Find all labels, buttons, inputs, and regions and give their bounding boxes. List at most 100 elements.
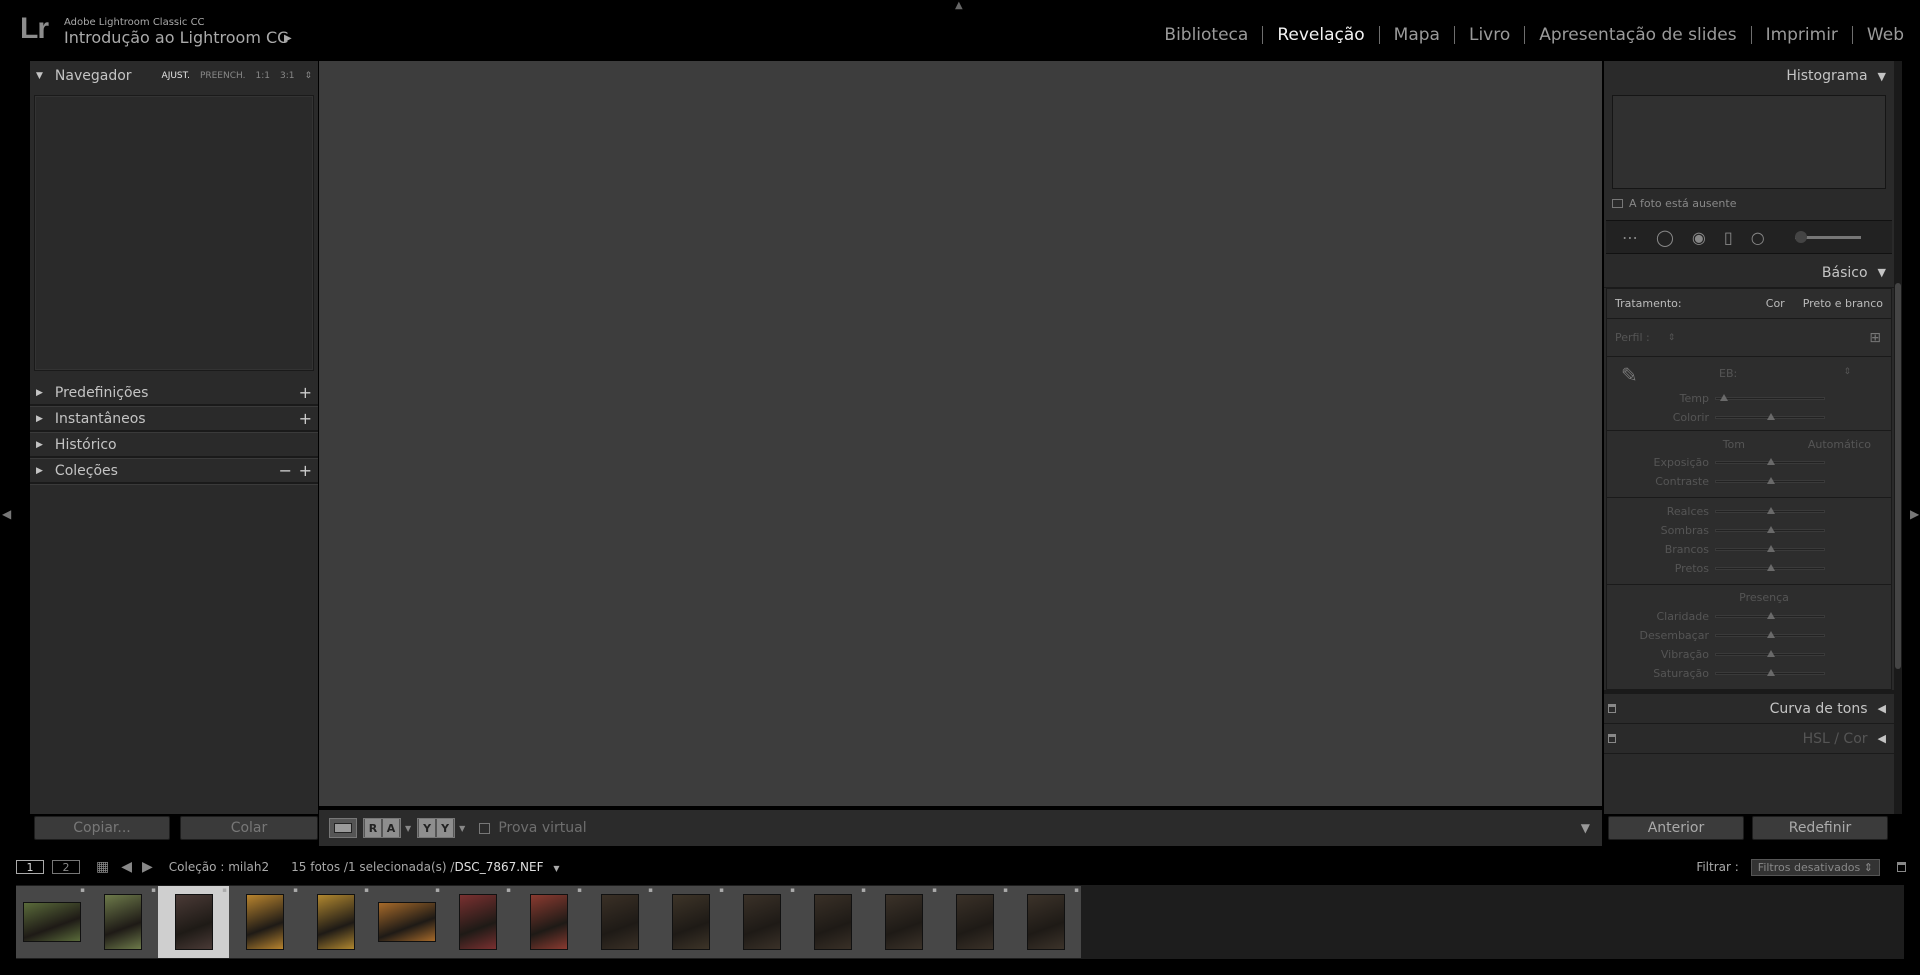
expand-triangle-icon[interactable]: ◀ xyxy=(1878,732,1886,745)
navigator-preview[interactable] xyxy=(34,95,314,371)
forward-arrow-icon[interactable]: ▶ xyxy=(142,859,153,875)
before-after-button[interactable]: RA xyxy=(363,818,401,838)
treatment-bw-option[interactable]: Preto e branco xyxy=(1803,297,1883,310)
profile-label[interactable]: Perfil : xyxy=(1615,331,1650,344)
module-6[interactable]: Web xyxy=(1853,25,1918,45)
left-panel-header[interactable]: ▶ Predefinições + xyxy=(30,381,318,404)
filmstrip-thumbnail[interactable]: ▪ xyxy=(158,886,229,958)
filter-select[interactable]: Filtros desativados ⇕ xyxy=(1750,858,1880,876)
treatment-color-option[interactable]: Cor xyxy=(1766,297,1785,310)
histogram-header[interactable]: Histograma ▼ xyxy=(1604,61,1894,91)
wb-label[interactable]: EB: xyxy=(1719,367,1737,380)
collection-source[interactable]: Coleção : milah2 xyxy=(169,860,269,874)
filmstrip-thumbnail[interactable]: ▪ xyxy=(513,886,584,958)
filmstrip-thumbnail[interactable]: ▪ xyxy=(1010,886,1081,958)
slider-track[interactable] xyxy=(1715,413,1825,420)
copy-button[interactable]: Copiar... xyxy=(34,816,170,840)
auto-tone-button[interactable]: Automático xyxy=(1808,438,1871,451)
copy-settings-button[interactable]: YY xyxy=(417,818,456,838)
filmstrip-thumbnail[interactable]: ▪ xyxy=(584,886,655,958)
profile-dropdown-icon[interactable]: ⇕ xyxy=(1668,333,1676,343)
wb-dropdown-icon[interactable]: ⇕ xyxy=(1843,367,1851,377)
slider-track[interactable] xyxy=(1715,545,1825,552)
expand-triangle-icon[interactable]: ▶ xyxy=(36,388,43,398)
right-panel-scroll-thumb[interactable] xyxy=(1895,283,1901,669)
lock-icon[interactable] xyxy=(1608,704,1616,713)
main-window-button[interactable]: 1 xyxy=(16,860,44,874)
slider-track[interactable] xyxy=(1715,650,1825,657)
radial-filter-tool-icon[interactable]: ○ xyxy=(1751,228,1765,247)
navigator-zoom-option[interactable]: PREENCH. xyxy=(200,71,246,81)
add-icon[interactable]: + xyxy=(299,383,312,402)
slider-thumb[interactable] xyxy=(1767,526,1775,533)
slider-track[interactable] xyxy=(1715,564,1825,571)
expand-triangle-icon[interactable]: ▶ xyxy=(36,440,43,450)
module-5[interactable]: Imprimir xyxy=(1752,25,1852,45)
eyedropper-icon[interactable]: ✎ xyxy=(1621,363,1638,387)
filmstrip-thumbnail[interactable]: ▪ xyxy=(655,886,726,958)
navigator-zoom-option[interactable]: AJUST. xyxy=(162,71,190,81)
right-panel-edge[interactable]: ▶ xyxy=(1908,61,1920,849)
adjustment-brush-slider[interactable] xyxy=(1794,230,1861,243)
module-4[interactable]: Apresentação de slides xyxy=(1525,25,1750,45)
add-icon[interactable]: + xyxy=(299,461,312,480)
top-panel-toggle-icon[interactable]: ▲ xyxy=(955,0,963,11)
slider-track[interactable] xyxy=(1715,458,1825,465)
slider-track[interactable] xyxy=(1715,526,1825,533)
filmstrip-thumbnail[interactable]: ▪ xyxy=(16,886,87,958)
slider-thumb[interactable] xyxy=(1767,669,1775,676)
soft-proof-checkbox[interactable] xyxy=(479,822,491,834)
paste-button[interactable]: Colar xyxy=(180,816,318,840)
left-panel-header[interactable]: ▶ Instantâneos + xyxy=(30,407,318,430)
filmstrip-thumbnail[interactable]: ▪ xyxy=(300,886,371,958)
slider-track[interactable] xyxy=(1715,507,1825,514)
slider-thumb[interactable] xyxy=(1767,650,1775,657)
back-arrow-icon[interactable]: ◀ xyxy=(121,859,132,875)
zoom-dropdown-icon[interactable]: ⇕ xyxy=(304,71,312,81)
slider-track[interactable] xyxy=(1715,669,1825,676)
slider-thumb[interactable] xyxy=(1767,413,1775,420)
slider-thumb[interactable] xyxy=(1720,394,1729,401)
collapse-triangle-icon[interactable]: ▼ xyxy=(1878,266,1886,279)
graduated-filter-tool-icon[interactable]: ▯ xyxy=(1724,228,1733,247)
previous-button[interactable]: Anterior xyxy=(1608,816,1744,840)
filmstrip-thumbnail[interactable]: ▪ xyxy=(442,886,513,958)
slider-track[interactable] xyxy=(1715,394,1825,401)
navigator-zoom-option[interactable]: 3:1 xyxy=(280,71,294,81)
toolbar-menu-icon[interactable]: ▼ xyxy=(1581,821,1590,835)
slider-thumb[interactable] xyxy=(1767,507,1775,514)
add-icon[interactable]: + xyxy=(299,409,312,428)
left-panel-header[interactable]: ▶ Coleções − + xyxy=(30,459,318,482)
navigator-header[interactable]: ▼ Navegador AJUST. PREENCH. 1:1 3:1 ⇕ xyxy=(30,61,318,91)
filter-lock-icon[interactable] xyxy=(1897,862,1906,872)
right-panel-toggle-icon[interactable]: ▶ xyxy=(1910,507,1919,521)
left-panel-toggle-icon[interactable]: ◀ xyxy=(2,507,11,521)
expand-triangle-icon[interactable]: ▶ xyxy=(36,414,43,424)
lock-icon[interactable] xyxy=(1608,734,1616,743)
file-dropdown-icon[interactable]: ▼ xyxy=(553,864,559,873)
slider-thumb[interactable] xyxy=(1767,477,1775,484)
slider-thumb[interactable] xyxy=(1767,458,1775,465)
left-panel-header[interactable]: ▶ Histórico xyxy=(30,433,318,456)
tone-curve-header[interactable]: Curva de tons ◀ xyxy=(1604,694,1894,724)
slider-thumb[interactable] xyxy=(1767,564,1775,571)
slider-thumb[interactable] xyxy=(1767,545,1775,552)
expand-triangle-icon[interactable]: ◀ xyxy=(1878,702,1886,715)
loupe-view-button[interactable] xyxy=(329,818,357,838)
basic-header[interactable]: Básico ▼ xyxy=(1604,258,1894,288)
catalog-menu-arrow-icon[interactable]: ▶ xyxy=(284,33,292,44)
module-3[interactable]: Livro xyxy=(1455,25,1524,45)
slider-thumb[interactable] xyxy=(1767,612,1775,619)
before-after-dropdown-icon[interactable]: ▼ xyxy=(405,824,411,833)
image-canvas[interactable] xyxy=(319,61,1602,806)
current-file-name[interactable]: DSC_7867.NEF xyxy=(454,860,543,874)
filmstrip-thumbnail[interactable]: ▪ xyxy=(868,886,939,958)
filmstrip-thumbnail[interactable]: ▪ xyxy=(797,886,868,958)
slider-track[interactable] xyxy=(1715,631,1825,638)
filmstrip-thumbnail[interactable]: ▪ xyxy=(371,886,442,958)
red-eye-tool-icon[interactable]: ◉ xyxy=(1692,228,1706,247)
remove-icon[interactable]: − xyxy=(279,461,292,480)
slider-thumb[interactable] xyxy=(1767,631,1775,638)
module-2[interactable]: Mapa xyxy=(1380,25,1454,45)
slider-track[interactable] xyxy=(1715,477,1825,484)
